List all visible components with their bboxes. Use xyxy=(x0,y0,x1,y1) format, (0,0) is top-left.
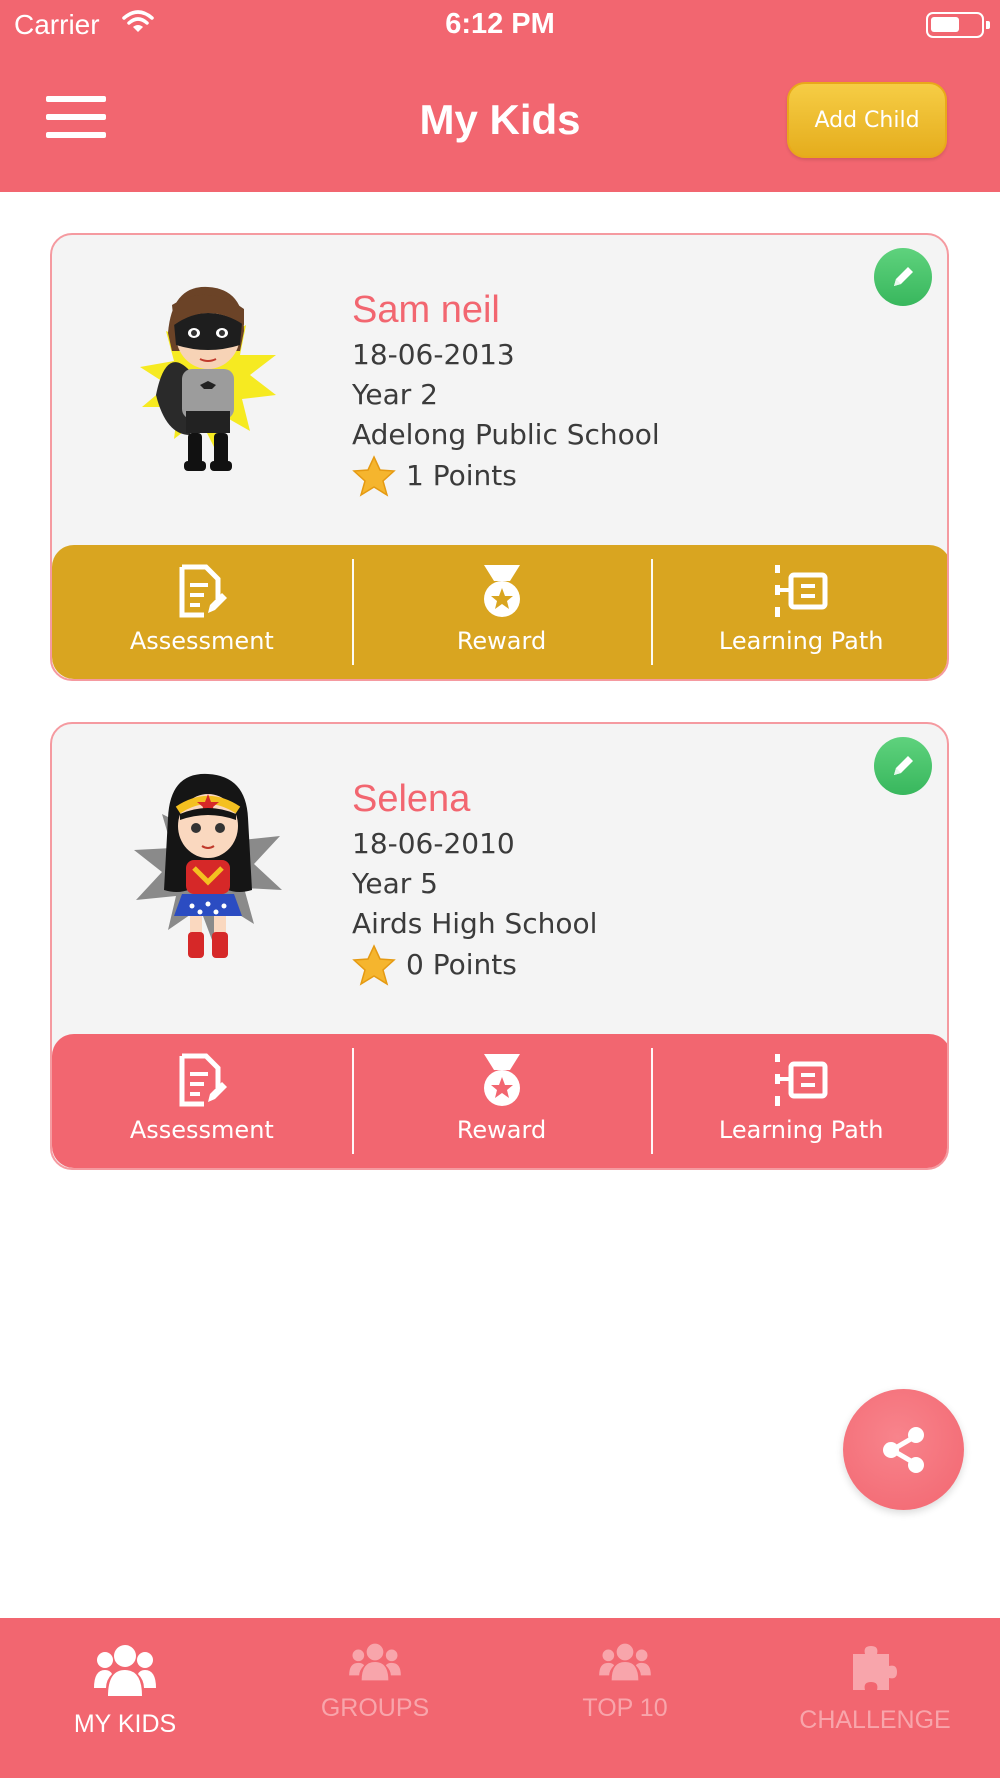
tab-label: CHALLENGE xyxy=(799,1706,951,1734)
assessment-button[interactable]: Assessment xyxy=(52,1034,352,1168)
kid-card: Selena 18-06-2010 Year 5 Airds High Scho… xyxy=(50,722,949,1170)
group-icon xyxy=(599,1643,651,1681)
star-icon xyxy=(352,455,396,497)
kid-actions-bar: Assessment Reward Learning Path xyxy=(52,1034,947,1168)
medal-icon xyxy=(483,1054,520,1106)
learning-path-icon xyxy=(775,1054,828,1106)
star-icon xyxy=(352,944,396,986)
group-icon xyxy=(349,1643,401,1681)
assessment-icon xyxy=(179,1053,227,1107)
add-child-button[interactable]: Add Child xyxy=(787,82,947,158)
edit-kid-button[interactable] xyxy=(874,248,932,306)
battery-icon xyxy=(926,12,990,38)
kid-info: Sam neil 18-06-2013 Year 2 Adelong Publi… xyxy=(352,285,660,497)
kid-dob: 18-06-2013 xyxy=(352,338,515,371)
app-root: Carrier 6:12 PM My Kids Add Child Sam ne… xyxy=(0,0,1000,1778)
tab-label: MY KIDS xyxy=(73,1710,177,1738)
kid-card: Sam neil 18-06-2013 Year 2 Adelong Publi… xyxy=(50,233,949,681)
tab-label: GROUPS xyxy=(320,1694,430,1722)
kid-dob: 18-06-2010 xyxy=(352,827,515,860)
pencil-icon xyxy=(894,267,913,286)
share-icon xyxy=(882,1426,924,1473)
kid-year: Year 5 xyxy=(352,867,438,900)
kid-points-row: 0 Points xyxy=(352,944,597,986)
assessment-icon xyxy=(179,564,227,618)
kid-actions-bar: Assessment Reward Learning Path xyxy=(52,545,947,679)
kid-name: Sam neil xyxy=(352,289,500,331)
reward-label: Reward xyxy=(456,627,547,655)
pencil-icon xyxy=(894,756,913,775)
kid-points: 1 Points xyxy=(406,459,517,492)
kid-info: Selena 18-06-2010 Year 5 Airds High Scho… xyxy=(352,774,597,986)
kid-school: Airds High School xyxy=(352,907,598,940)
tab-top-10[interactable]: TOP 10 xyxy=(500,1618,750,1778)
kid-name: Selena xyxy=(352,778,471,820)
bottom-tab-bar: MY KIDS GROUPS TOP 10 CHALLENGE xyxy=(0,1618,1000,1778)
learning-path-label: Learning Path xyxy=(718,627,884,655)
learning-path-icon xyxy=(775,565,828,617)
assessment-label: Assessment xyxy=(129,627,274,655)
reward-button[interactable]: Reward xyxy=(351,545,652,679)
kid-year: Year 2 xyxy=(352,378,438,411)
tab-challenge[interactable]: CHALLENGE xyxy=(750,1618,1000,1778)
kid-avatar-wonder-girl xyxy=(116,764,298,966)
puzzle-icon xyxy=(853,1646,897,1690)
reward-button[interactable]: Reward xyxy=(351,1034,652,1168)
tab-groups[interactable]: GROUPS xyxy=(250,1618,500,1778)
tab-my-kids[interactable]: MY KIDS xyxy=(0,1618,250,1778)
assessment-label: Assessment xyxy=(129,1116,274,1144)
status-time: 6:12 PM xyxy=(445,8,555,40)
kid-avatar-batgirl xyxy=(116,275,298,477)
share-button[interactable] xyxy=(843,1389,964,1510)
learning-path-label: Learning Path xyxy=(718,1116,884,1144)
assessment-button[interactable]: Assessment xyxy=(52,545,352,679)
tab-label: TOP 10 xyxy=(582,1694,668,1722)
group-icon xyxy=(94,1645,156,1696)
status-bar: Carrier 6:12 PM xyxy=(0,0,1000,50)
edit-kid-button[interactable] xyxy=(874,737,932,795)
kid-school: Adelong Public School xyxy=(352,418,660,451)
learning-path-button[interactable]: Learning Path xyxy=(651,545,947,679)
learning-path-button[interactable]: Learning Path xyxy=(651,1034,947,1168)
kid-points-row: 1 Points xyxy=(352,455,660,497)
reward-label: Reward xyxy=(456,1116,547,1144)
medal-icon xyxy=(483,565,520,617)
app-header: Carrier 6:12 PM My Kids Add Child xyxy=(0,0,1000,192)
kid-points: 0 Points xyxy=(406,948,517,981)
